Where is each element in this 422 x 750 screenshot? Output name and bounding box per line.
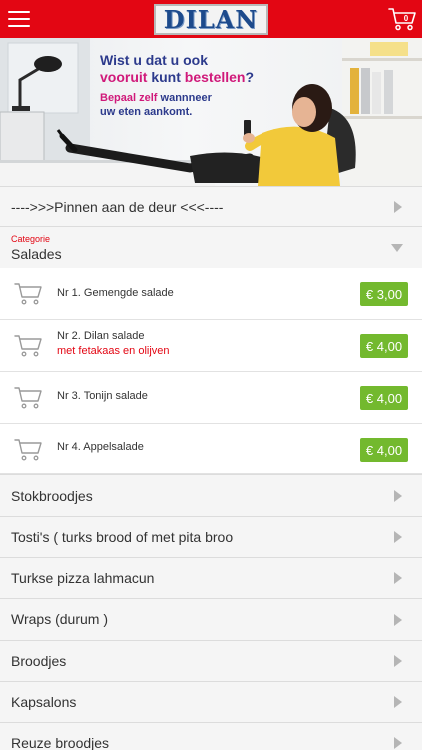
category-row-label: Tosti's ( turks brood of met pita broo <box>11 529 234 545</box>
category-row-wraps[interactable]: Wraps (durum ) <box>0 598 422 640</box>
product-name: Nr 2. Dilan salade <box>57 330 145 342</box>
banner-line-3: Bepaal zelf wannneer <box>100 91 300 105</box>
chevron-right-icon <box>394 737 402 749</box>
banner-line-2-b: kunt <box>151 69 185 85</box>
product-name: Nr 4. Appelsalade <box>57 441 144 453</box>
banner-line-1: Wist u dat u ook <box>100 52 208 68</box>
app-header: DILAN 0 <box>0 0 422 38</box>
logo-text: DILAN <box>163 4 259 34</box>
price-badge[interactable]: € 3,00 <box>360 282 408 306</box>
add-to-cart-icon[interactable] <box>14 282 44 306</box>
product-description: met fetakaas en olijven <box>57 345 170 357</box>
add-to-cart-icon[interactable] <box>14 334 44 358</box>
price-badge[interactable]: € 4,00 <box>360 386 408 410</box>
category-row-broodjes[interactable]: Broodjes <box>0 640 422 681</box>
category-row-label: Kapsalons <box>11 694 77 710</box>
category-row-stokbroodjes[interactable]: Stokbroodjes <box>0 474 422 516</box>
chevron-right-icon <box>394 696 402 708</box>
banner-line-2: vooruit kunt bestellen? <box>100 69 300 86</box>
payment-info-label: ---->>>Pinnen aan de deur <<<---- <box>11 199 224 215</box>
banner-line-2-d: ? <box>245 69 255 85</box>
banner-line-4-text: uw eten aankomt. <box>100 106 193 118</box>
price-badge[interactable]: € 4,00 <box>360 334 408 358</box>
chevron-down-icon <box>391 244 403 252</box>
add-to-cart-icon[interactable] <box>14 386 44 410</box>
hamburger-menu-icon[interactable] <box>8 10 30 28</box>
category-selector[interactable]: Categorie Salades <box>0 226 422 268</box>
banner-line-2-a: vooruit <box>100 69 152 85</box>
category-label: Categorie <box>11 234 51 244</box>
category-row-tostis[interactable]: Tosti's ( turks brood of met pita broo <box>0 516 422 557</box>
chevron-right-icon <box>394 655 402 667</box>
payment-info-row[interactable]: ---->>>Pinnen aan de deur <<<---- <box>0 186 422 226</box>
menu-bar <box>8 18 30 20</box>
chevron-right-icon <box>394 614 402 626</box>
cart-count-badge: 0 <box>403 14 409 23</box>
menu-bar <box>8 11 30 13</box>
category-row-label: Wraps (durum ) <box>11 611 108 627</box>
banner-line-3-b: wannneer <box>160 92 212 104</box>
category-row-label: Reuze broodjes <box>11 735 110 750</box>
category-row-label: Turkse pizza lahmacun <box>11 570 155 586</box>
product-name: Nr 1. Gemengde salade <box>57 287 174 299</box>
dilan-logo[interactable]: DILAN <box>154 4 268 35</box>
menu-bar <box>8 25 30 27</box>
product-item[interactable]: Nr 3. Tonijn salade € 4,00 <box>0 372 422 424</box>
chevron-right-icon <box>394 572 402 584</box>
category-row-reuze-broodjes[interactable]: Reuze broodjes <box>0 722 422 750</box>
product-item[interactable]: Nr 2. Dilan salade met fetakaas en olijv… <box>0 320 422 372</box>
chevron-right-icon <box>394 490 402 502</box>
banner-line-3-a: Bepaal zelf <box>100 92 161 104</box>
product-name: Nr 3. Tonijn salade <box>57 390 148 402</box>
category-row-turkse-pizza[interactable]: Turkse pizza lahmacun <box>0 557 422 598</box>
chevron-right-icon <box>394 201 402 213</box>
add-to-cart-icon[interactable] <box>14 438 44 462</box>
shopping-cart-button[interactable]: 0 <box>388 6 418 32</box>
category-row-label: Stokbroodjes <box>11 488 93 504</box>
banner-text: Wist u dat u ook vooruit kunt bestellen?… <box>100 52 300 119</box>
category-row-label: Broodjes <box>11 653 67 669</box>
product-item[interactable]: Nr 1. Gemengde salade € 3,00 <box>0 268 422 320</box>
promo-banner[interactable]: Wist u dat u ook vooruit kunt bestellen?… <box>0 38 422 186</box>
category-row-kapsalons[interactable]: Kapsalons <box>0 681 422 722</box>
product-item[interactable]: Nr 4. Appelsalade € 4,00 <box>0 424 422 474</box>
chevron-right-icon <box>394 531 402 543</box>
banner-line-2-c: bestellen <box>184 69 246 85</box>
price-badge[interactable]: € 4,00 <box>360 438 408 462</box>
category-value: Salades <box>11 246 62 262</box>
banner-line-4: uw eten aankomt. <box>100 105 300 119</box>
